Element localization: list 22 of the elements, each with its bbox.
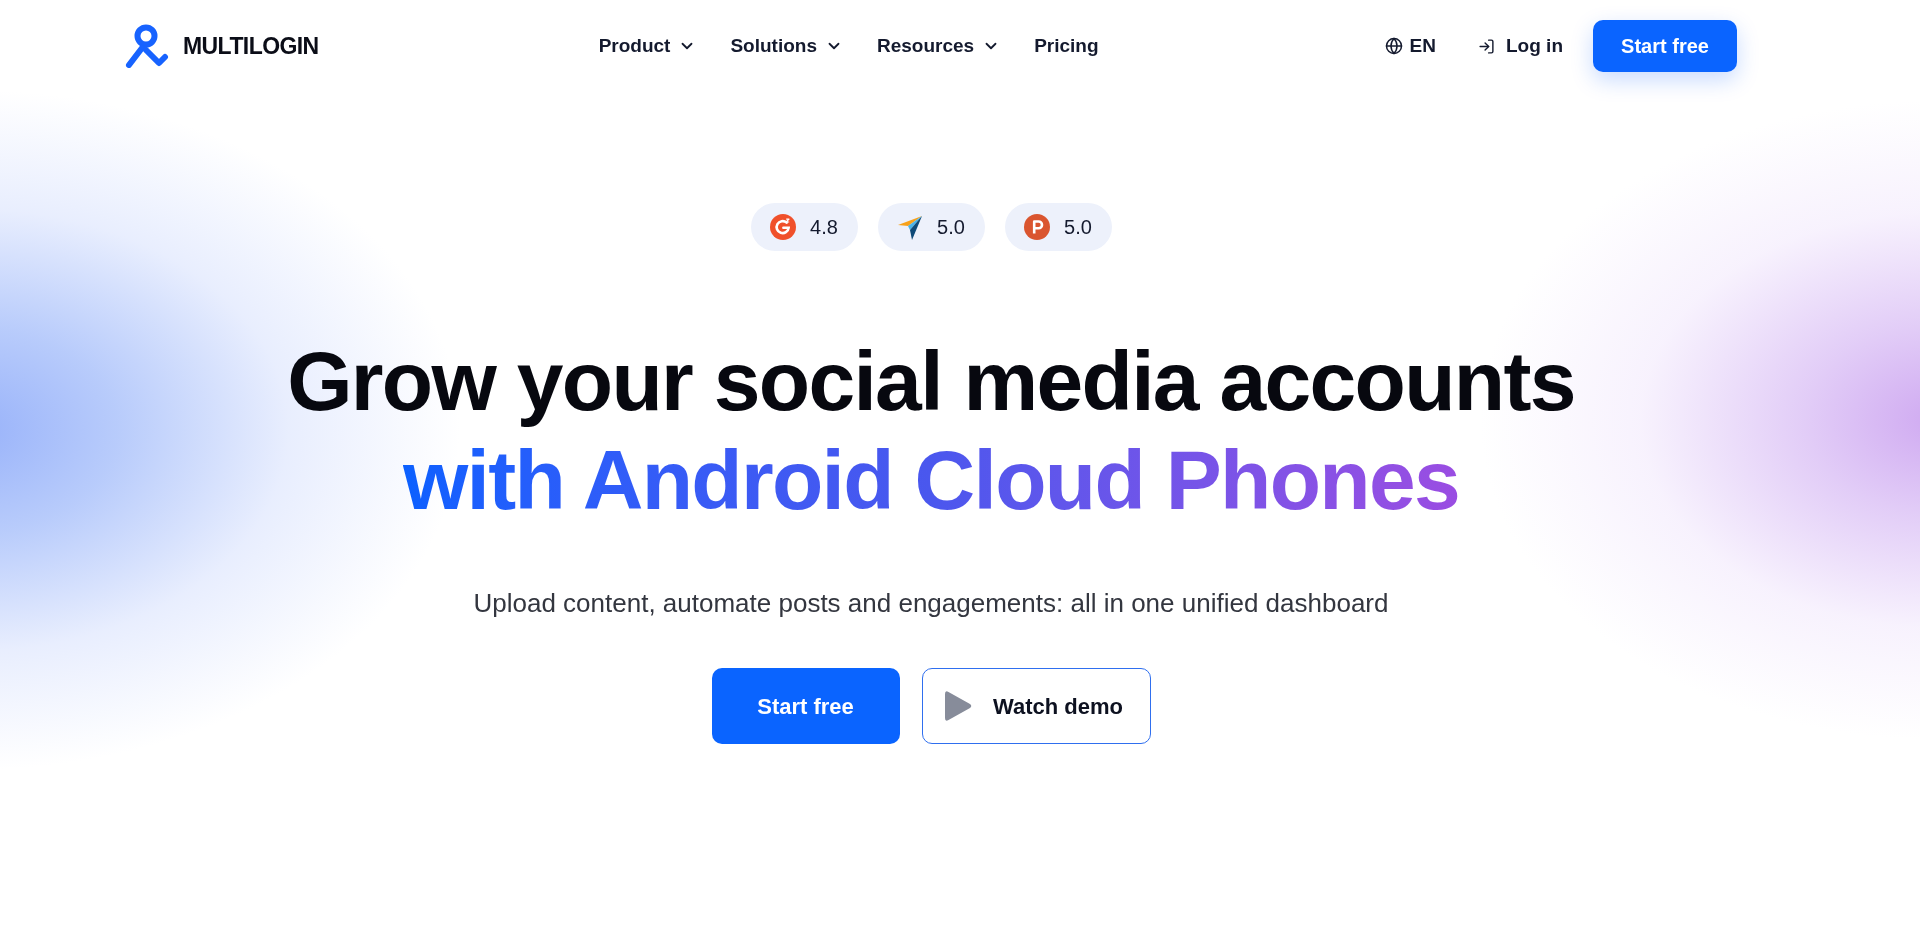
pointer-arrow-icon (897, 214, 924, 240)
globe-icon (1384, 37, 1403, 55)
hero-subtitle: Upload content, automate posts and engagements: all in one unified dashboard (473, 587, 1389, 620)
rating-score: 4.8 (810, 215, 838, 240)
login-link[interactable]: Log in (1478, 31, 1563, 61)
p-mark-icon (1024, 214, 1051, 240)
header-start-free-button[interactable]: Start free (1593, 20, 1737, 72)
rating-score: 5.0 (937, 215, 965, 240)
g-mark-icon (770, 214, 797, 240)
nav-menu-link[interactable]: Solutions (730, 31, 843, 61)
hero-title: Grow your social media accounts (287, 333, 1575, 430)
nav-menu-link[interactable]: Product (598, 31, 697, 61)
start-free-button[interactable]: Start free (711, 668, 900, 744)
watch-demo-button[interactable]: Watch demo (921, 668, 1151, 744)
play-icon (943, 689, 973, 723)
nav-menu-link[interactable]: Resources (877, 31, 1001, 61)
sign-in-icon (1478, 37, 1495, 55)
rating-score: 5.0 (1064, 215, 1092, 240)
logo-wordmark: MULTILOGIN (183, 31, 319, 61)
logo-icon (125, 24, 169, 68)
language-button[interactable]: EN (1384, 31, 1436, 61)
nav-link[interactable]: Pricing (1034, 31, 1099, 61)
